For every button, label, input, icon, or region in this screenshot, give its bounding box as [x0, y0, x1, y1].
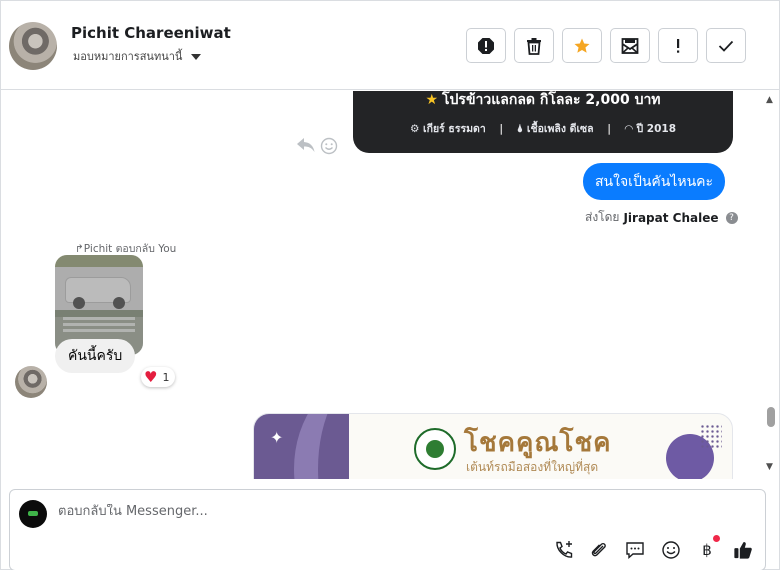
gauge-icon: ◠ — [624, 123, 633, 135]
dealer-logo — [414, 428, 456, 470]
outgoing-message[interactable]: สนใจเป็นคันไหนคะ — [583, 163, 726, 200]
conversation-header: Pichit Chareeniwat มอบหมายการสนทนานี้ — [1, 1, 779, 90]
envelope-open-icon — [621, 37, 639, 54]
saved-replies-button[interactable] — [625, 540, 645, 560]
assign-label: มอบหมายการสนทนานี้ — [73, 50, 183, 63]
product-card[interactable]: ★ โปรข้าวแลกลด กิโลละ 2,000 บาท ⚙ เกียร์ … — [353, 91, 733, 153]
product-card-specs: ⚙ เกียร์ ธรรมดา | 🌢 เชื้อเพลิง ดีเซล | ◠… — [353, 120, 733, 137]
promo-image-message[interactable]: ✦ โชคคูณโชค เต้นท์รถมือสองที่ใหญ่ที่สุด — [253, 413, 733, 479]
scroll-up-arrow[interactable]: ▲ — [766, 95, 773, 105]
promo-title: โชคคูณโชค — [464, 428, 612, 458]
contact-avatar[interactable] — [9, 22, 57, 70]
mark-unread-button[interactable] — [610, 28, 650, 63]
sender-avatar[interactable] — [15, 366, 47, 398]
trash-icon — [527, 37, 541, 55]
message-composer: ฿ — [9, 489, 766, 570]
assign-conversation-dropdown[interactable]: มอบหมายการสนทนานี้ — [73, 47, 202, 65]
done-button[interactable] — [706, 28, 746, 63]
scrollbar-thumb[interactable] — [767, 407, 775, 427]
spec-divider: | — [607, 123, 612, 135]
call-add-icon — [556, 541, 573, 558]
product-card-title: ★ โปรข้าวแลกลด กิโลละ 2,000 บาท — [425, 92, 661, 108]
emoji-button[interactable] — [661, 540, 681, 560]
saved-replies-icon — [626, 542, 644, 560]
call-add-button[interactable] — [554, 540, 574, 560]
fuel-drop-icon: 🌢 — [516, 123, 524, 135]
sent-by-line: ส่งโดย Jirapat Chalee ? — [585, 208, 738, 227]
reaction-count: 1 — [162, 370, 170, 384]
like-icon — [734, 542, 752, 559]
emoji-icon — [662, 541, 680, 559]
incoming-message[interactable]: คันนี้ครับ — [55, 339, 136, 373]
spec-fuel: เชื้อเพลิง ดีเซล — [526, 123, 594, 135]
scroll-down-arrow[interactable]: ▼ — [766, 462, 773, 472]
smiley-icon[interactable] — [320, 137, 338, 155]
check-icon — [718, 40, 734, 52]
spec-year: ปี 2018 — [636, 123, 677, 135]
sent-by-name[interactable]: Jirapat Chalee — [623, 211, 718, 225]
star-icon: ★ — [425, 92, 439, 108]
sent-by-prefix: ส่งโดย — [585, 210, 620, 224]
notification-dot — [713, 535, 720, 542]
like-button[interactable] — [733, 540, 753, 560]
spec-divider: | — [499, 123, 504, 135]
messenger-inbox: Pichit Chareeniwat มอบหมายการสนทนานี้ ★ … — [0, 0, 780, 570]
attach-icon — [591, 542, 606, 557]
sparkle-icon: ✦ — [270, 428, 284, 447]
gear-icon: ⚙ — [409, 123, 420, 135]
message-thread[interactable]: ★ โปรข้าวแลกลด กิโลละ 2,000 บาท ⚙ เกียร์ … — [1, 91, 779, 479]
baht-icon[interactable]: ฿ — [697, 540, 717, 560]
alert-octagon-icon — [478, 37, 494, 54]
reply-input[interactable] — [58, 504, 738, 519]
attach-button[interactable] — [589, 540, 609, 560]
delete-button[interactable] — [514, 28, 554, 63]
reply-icon[interactable] — [296, 137, 316, 153]
spam-button[interactable] — [466, 28, 506, 63]
heart-icon: ♥ — [144, 367, 158, 386]
important-button[interactable] — [658, 28, 698, 63]
star-icon — [574, 38, 590, 53]
exclamation-icon — [677, 38, 680, 53]
help-icon[interactable]: ? — [725, 211, 738, 224]
reaction-badge[interactable]: ♥ 1 — [141, 367, 176, 387]
spec-gear: เกียร์ ธรรมดา — [423, 123, 486, 135]
contact-name[interactable]: Pichit Chareeniwat — [71, 24, 231, 42]
promo-dots — [700, 424, 722, 448]
caret-down-icon — [191, 54, 202, 60]
page-avatar — [19, 500, 47, 528]
promo-subtitle: เต้นท์รถมือสองที่ใหญ่ที่สุด — [466, 460, 599, 474]
star-button[interactable] — [562, 28, 602, 63]
